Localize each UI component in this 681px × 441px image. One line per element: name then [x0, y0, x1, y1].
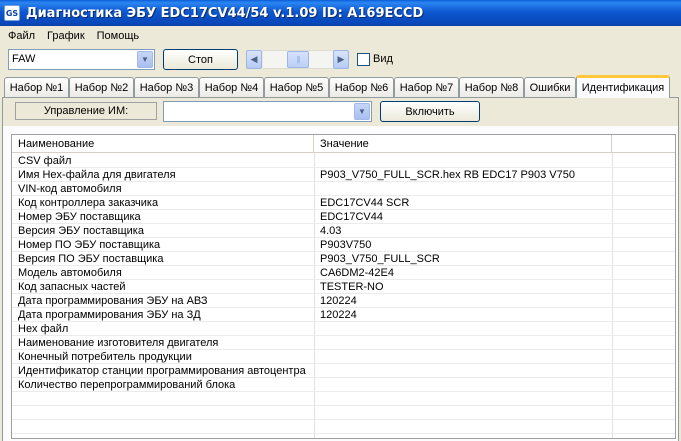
cell-name: Идентификатор станции программирования а…	[18, 365, 306, 377]
cell-value: P903_V750_FULL_SCR.hex RB EDC17 P903 V75…	[320, 169, 575, 181]
cell-value: TESTER-NO	[320, 281, 384, 293]
scroll-thumb[interactable]: |||	[287, 51, 309, 68]
cell-value	[314, 350, 612, 364]
cell-name: Наименование изготовителя двигателя	[18, 337, 219, 349]
toolbar: FAW ▼ Стоп ◀ ||| ▶ Вид	[0, 46, 681, 74]
cell-value: EDC17CV44 SCR	[320, 197, 410, 209]
empty-row	[12, 392, 675, 406]
cell-name: Количество перепрограммирований блока	[18, 379, 236, 391]
enable-button[interactable]: Включить	[380, 101, 480, 122]
table-header: Наименование Значение	[12, 135, 675, 153]
cell-name: Номер ЭБУ поставщика	[18, 211, 141, 223]
identification-panel: Управление ИМ: ▼ Включить Наименование З…	[2, 98, 679, 441]
table-row[interactable]: Номер ПО ЭБУ поставщика P903V750	[12, 238, 675, 252]
menu-file[interactable]: Файл	[2, 30, 41, 42]
chevron-down-icon[interactable]: ▼	[137, 51, 153, 68]
table-row[interactable]: Версия ПО ЭБУ поставщика P903_V750_FULL_S…	[12, 252, 675, 266]
actuator-control-row: Управление ИМ: ▼ Включить	[3, 98, 678, 126]
tab-set-1[interactable]: Набор №1	[4, 77, 69, 97]
cell-name: Код запасных частей	[18, 281, 126, 293]
table-row[interactable]: Дата программирования ЭБУ на АВЗ 120224	[12, 294, 675, 308]
menu-bar: Файл График Помощь	[0, 26, 681, 46]
tab-identification[interactable]: Идентификация	[576, 75, 670, 98]
table-row[interactable]: Версия ЭБУ поставщика 4.03	[12, 224, 675, 238]
table-row[interactable]: Номер ЭБУ поставщика EDC17CV44	[12, 210, 675, 224]
cell-value	[314, 336, 612, 350]
cell-value: 4.03	[320, 225, 342, 237]
cell-value: 120224	[320, 309, 357, 321]
identification-table[interactable]: Наименование Значение CSV файл Имя Hex-фа…	[11, 134, 676, 439]
table-row[interactable]: Код запасных частей TESTER-NO	[12, 280, 675, 294]
table-row[interactable]: Наименование изготовителя двигателя	[12, 336, 675, 350]
table-row[interactable]: Модель автомобиля CA6DM2-42E4	[12, 266, 675, 280]
cell-value	[314, 364, 612, 378]
tab-set-5[interactable]: Набор №5	[264, 77, 329, 97]
cell-value: P903V750	[320, 239, 372, 251]
cell-value	[314, 378, 612, 392]
cell-name: Hex файл	[18, 323, 69, 335]
cell-name: Модель автомобиля	[18, 267, 122, 279]
tab-set-4[interactable]: Набор №4	[199, 77, 264, 97]
table-row[interactable]: Идентификатор станции программирования а…	[12, 364, 675, 378]
table-row[interactable]: Количество перепрограммирований блока	[12, 378, 675, 392]
tab-errors[interactable]: Ошибки	[524, 77, 576, 97]
actuator-control-label: Управление ИМ:	[15, 102, 157, 120]
cell-name: Код контроллера заказчика	[18, 197, 159, 209]
cell-value	[314, 154, 612, 168]
view-checkbox[interactable]	[357, 53, 370, 66]
table-row[interactable]: Имя Hex-файла для двигателя P903_V750_FUL…	[12, 168, 675, 182]
tab-strip: Набор №1 Набор №2 Набор №3 Набор №4 Набо…	[0, 75, 681, 98]
cell-value	[314, 322, 612, 336]
cell-value: EDC17CV44	[320, 211, 383, 223]
window-title: Диагностика ЭБУ EDC17CV44/54 v.1.09 ID: …	[26, 5, 424, 21]
tab-set-6[interactable]: Набор №6	[329, 77, 394, 97]
tab-set-3[interactable]: Набор №3	[134, 77, 199, 97]
cell-value: P903_V750_FULL_SCR	[320, 253, 440, 265]
tab-set-8[interactable]: Набор №8	[459, 77, 524, 97]
brand-select-value: FAW	[12, 53, 36, 65]
cell-name: Номер ПО ЭБУ поставщика	[18, 239, 161, 251]
table-row[interactable]: Дата программирования ЭБУ на ЗД 120224	[12, 308, 675, 322]
cell-name: Версия ЭБУ поставщика	[18, 225, 144, 237]
cell-name: Имя Hex-файла для двигателя	[18, 169, 176, 181]
table-body: CSV файл Имя Hex-файла для двигателя P903_…	[12, 154, 675, 434]
view-checkbox-label: Вид	[373, 53, 393, 65]
app-icon[interactable]: GS	[4, 5, 20, 21]
menu-chart[interactable]: График	[41, 30, 91, 42]
tab-set-7[interactable]: Набор №7	[394, 77, 459, 97]
chevron-down-icon[interactable]: ▼	[354, 103, 370, 120]
actuator-select[interactable]: ▼	[163, 101, 372, 122]
scroll-left-icon[interactable]: ◀	[246, 50, 262, 69]
cell-name: Дата программирования ЭБУ на ЗД	[18, 309, 201, 321]
table-row[interactable]: Конечный потребитель продукции	[12, 350, 675, 364]
table-row[interactable]: VIN-код автомобиля	[12, 182, 675, 196]
cell-name: Дата программирования ЭБУ на АВЗ	[18, 295, 208, 307]
cell-name: Версия ПО ЭБУ поставщика	[18, 253, 164, 265]
column-header-value[interactable]: Значение	[314, 135, 612, 153]
scroll-track[interactable]: |||	[263, 50, 333, 69]
title-bar[interactable]: GS Диагностика ЭБУ EDC17CV44/54 v.1.09 I…	[0, 0, 681, 26]
column-header-name[interactable]: Наименование	[12, 135, 314, 153]
cell-value: 120224	[320, 295, 357, 307]
cell-name: VIN-код автомобиля	[18, 183, 122, 195]
cell-name: CSV файл	[18, 155, 72, 167]
menu-help[interactable]: Помощь	[91, 30, 146, 42]
cell-value	[314, 182, 612, 196]
table-row[interactable]: Код контроллера заказчика EDC17CV44 SCR	[12, 196, 675, 210]
empty-row	[12, 420, 675, 434]
table-row[interactable]: CSV файл	[12, 154, 675, 168]
brand-select[interactable]: FAW ▼	[8, 49, 155, 70]
scroll-right-icon[interactable]: ▶	[333, 50, 349, 69]
tab-set-2[interactable]: Набор №2	[69, 77, 134, 97]
cell-name: Конечный потребитель продукции	[18, 351, 192, 363]
table-row[interactable]: Hex файл	[12, 322, 675, 336]
empty-row	[12, 406, 675, 420]
stop-button[interactable]: Стоп	[163, 49, 238, 70]
cell-value: CA6DM2-42E4	[320, 267, 394, 279]
